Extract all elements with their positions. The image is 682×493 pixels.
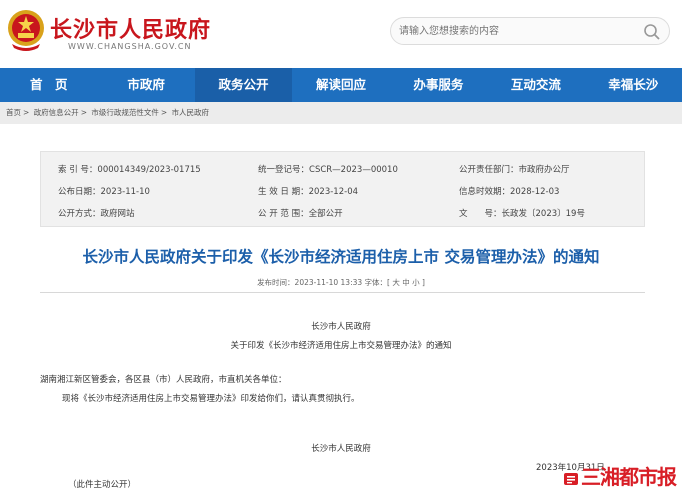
meta-unified-no: 统一登记号：CSCR—2023—00010 [258, 165, 398, 175]
newspaper-logo-icon [564, 472, 578, 485]
article-title: 长沙市人民政府关于印发《长沙市经济适用住房上市 交易管理办法》的通知 [82, 248, 600, 266]
breadcrumb-city-government[interactable]: 市人民政府 [172, 108, 210, 117]
search-input[interactable] [399, 21, 639, 41]
site-url: WWW.CHANGSHA.GOV.CN [68, 42, 192, 51]
meta-issue-date: 公布日期：2023-11-10 [58, 187, 150, 197]
breadcrumb: 首页 > 政府信息公开 > 市级行政规范性文件 > 市人民政府 [0, 102, 682, 124]
nav-government-affairs[interactable]: 政务公开 [194, 68, 293, 102]
main-nav: 首 页 市政府 政务公开 解读回应 办事服务 互动交流 幸福长沙 [0, 68, 682, 102]
nav-happy-changsha[interactable]: 幸福长沙 [585, 68, 682, 102]
signature: 长沙市人民政府 [311, 444, 371, 454]
search-icon[interactable] [643, 23, 661, 41]
nav-interaction[interactable]: 互动交流 [487, 68, 584, 102]
breadcrumb-separator: > [160, 108, 168, 117]
watermark-text: 三湘都市报 [581, 465, 677, 489]
breadcrumb-home[interactable]: 首页 [6, 108, 21, 117]
nav-home[interactable]: 首 页 [0, 68, 97, 102]
breadcrumb-normative-documents[interactable]: 市级行政规范性文件 [91, 108, 159, 117]
site-header: 长沙市人民政府 WWW.CHANGSHA.GOV.CN [0, 0, 682, 68]
meta-document-no: 文 号：长政发〔2023〕19号 [459, 209, 585, 219]
issuer-heading: 长沙市人民政府 [311, 322, 371, 332]
divider [40, 292, 645, 293]
nav-city-government[interactable]: 市政府 [97, 68, 194, 102]
meta-expiry-date: 信息时效期：2028-12-03 [459, 187, 560, 197]
meta-responsible-dept: 公开责任部门：市政府办公厅 [459, 165, 570, 175]
breadcrumb-separator: > [80, 108, 87, 117]
breadcrumb-info-disclosure[interactable]: 政府信息公开 [34, 108, 79, 117]
breadcrumb-separator: > [23, 108, 30, 117]
publish-info[interactable]: 发布时间：2023-11-10 13:33 字体：[ 大 中 小 ] [0, 277, 682, 288]
newspaper-watermark: 三湘都市报 [563, 461, 677, 490]
meta-disclosure-method: 公开方式：政府网站 [58, 209, 135, 219]
national-emblem-icon [8, 10, 44, 51]
body-paragraph: 现将《长沙市经济适用住房上市交易管理办法》印发给你们，请认真贯彻执行。 [62, 394, 360, 404]
site-title[interactable]: 长沙市人民政府 [50, 12, 211, 44]
nav-services[interactable]: 办事服务 [390, 68, 487, 102]
meta-index-no: 索 引 号：000014349/2023-01715 [58, 165, 201, 175]
notice-subtitle: 关于印发《长沙市经济适用住房上市交易管理办法》的通知 [230, 341, 452, 351]
search-box [390, 17, 670, 45]
meta-disclosure-scope: 公 开 范 围：全部公开 [258, 209, 343, 219]
meta-effective-date: 生 效 日 期：2023-12-04 [258, 187, 359, 197]
disclosure-note: （此件主动公开） [68, 480, 137, 490]
document-meta-box: 索 引 号：000014349/2023-01715 统一登记号：CSCR—20… [40, 151, 645, 227]
nav-interpretation[interactable]: 解读回应 [292, 68, 389, 102]
addressees: 湖南湘江新区管委会，各区县（市）人民政府，市直机关各单位： [40, 375, 287, 385]
